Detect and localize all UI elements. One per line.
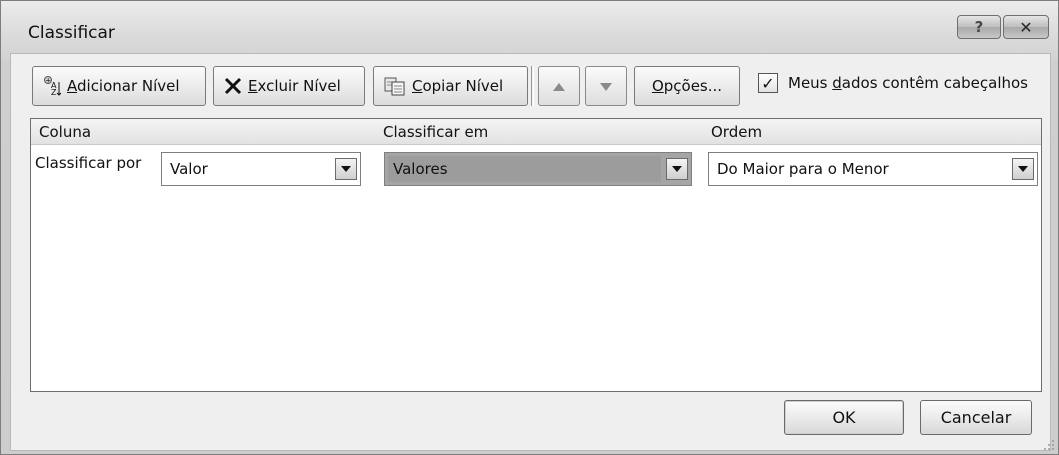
chevron-down-icon[interactable] [666, 158, 688, 180]
close-icon: ✕ [1019, 17, 1033, 37]
chevron-down-icon[interactable] [335, 158, 357, 180]
delete-x-icon [224, 77, 242, 95]
add-level-icon: + A Z [43, 76, 61, 96]
sort-on-select[interactable]: Valores [384, 152, 692, 186]
help-button[interactable]: ? [957, 15, 1001, 39]
sort-on-header: Classificar em [383, 123, 489, 141]
help-icon: ? [974, 18, 984, 36]
copy-level-button[interactable]: Copiar Nível [373, 66, 528, 106]
copy-level-icon [384, 76, 406, 96]
headers-checkbox[interactable]: ✓ [758, 73, 778, 93]
add-level-label: Adicionar Nível [67, 77, 180, 95]
column-select-value: Valor [170, 160, 208, 178]
resize-grip-icon[interactable] [1043, 439, 1055, 451]
options-label: Opções... [651, 77, 723, 95]
options-button[interactable]: Opções... [634, 66, 740, 106]
arrow-down-icon [599, 77, 613, 96]
arrow-up-icon [552, 77, 566, 96]
order-header: Ordem [711, 123, 763, 141]
order-select-value: Do Maior para o Menor [717, 160, 889, 178]
copy-level-label: Copiar Nível [412, 77, 504, 95]
sort-on-select-value: Valores [393, 160, 448, 178]
sort-by-label: Classificar por [35, 154, 142, 172]
ok-button[interactable]: OK [784, 400, 904, 435]
move-down-button[interactable] [585, 66, 627, 106]
move-up-button[interactable] [538, 66, 580, 106]
svg-text:Z: Z [51, 88, 57, 96]
cancel-button[interactable]: Cancelar [920, 400, 1032, 435]
headers-checkbox-label: Meus dados contêm cabeçalhos [788, 74, 1028, 92]
grid-header: Coluna Classificar em Ordem [31, 119, 1041, 145]
dialog-title: Classificar [28, 23, 115, 43]
checkmark-icon: ✓ [761, 73, 775, 93]
delete-level-button[interactable]: Excluir Nível [213, 66, 365, 106]
column-header: Coluna [39, 123, 92, 141]
headers-checkbox-row: ✓ Meus dados contêm cabeçalhos [758, 73, 1028, 93]
column-select[interactable]: Valor [161, 152, 361, 186]
title-bar: Classificar ? ✕ [1, 1, 1058, 61]
toolbar-separator [531, 66, 534, 106]
chevron-down-icon[interactable] [1012, 158, 1034, 180]
close-button[interactable]: ✕ [1003, 15, 1049, 39]
delete-level-label: Excluir Nível [248, 77, 341, 95]
order-select[interactable]: Do Maior para o Menor [708, 152, 1038, 186]
add-level-button[interactable]: + A Z Adicionar Nível [32, 66, 206, 106]
